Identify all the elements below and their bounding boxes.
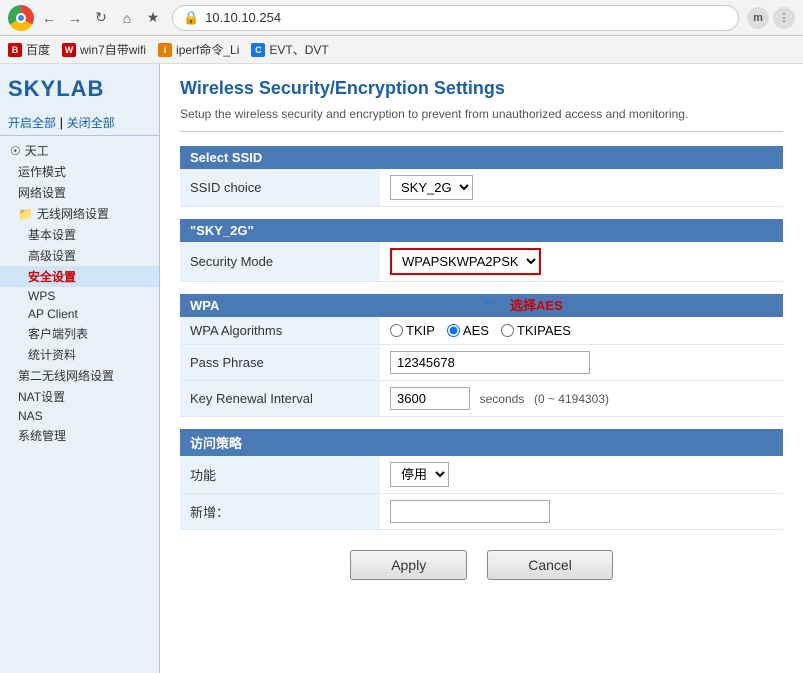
pass-phrase-row: Pass Phrase 12345678 — [180, 345, 783, 381]
sidebar-item-network-settings[interactable]: 网络设置 — [0, 182, 159, 203]
evt-favicon: C — [251, 43, 265, 57]
wpa-table: WPA Algorithms TKIP AES — [180, 317, 783, 417]
forward-button[interactable]: → — [64, 7, 86, 29]
home-button[interactable]: ⌂ — [116, 7, 138, 29]
sidebar-item-client-list[interactable]: 客户端列表 — [0, 323, 159, 344]
address-bar[interactable]: 🔒 10.10.10.254 — [172, 5, 739, 31]
key-renewal-label: Key Renewal Interval — [180, 381, 380, 417]
sidebar-item-wps[interactable]: WPS — [0, 287, 159, 305]
tkipaes-label: TKIPAES — [517, 323, 571, 338]
browser-toolbar: ← → ↻ ⌂ ★ 🔒 10.10.10.254 m ⋮ — [0, 0, 803, 36]
bookmarks-bar: B 百度 W win7自带wifi i iperf命令_Li C EVT、DVT — [0, 36, 803, 64]
key-renewal-input[interactable]: 3600 — [390, 387, 470, 410]
select-ssid-section: Select SSID SSID choice SKY_2G SKY_5G — [180, 146, 783, 207]
sidebar-toggle-links: 开启全部 | 关闭全部 — [0, 110, 159, 136]
tkipaes-radio[interactable] — [501, 324, 514, 337]
ssid-choice-row: SSID choice SKY_2G SKY_5G — [180, 169, 783, 207]
bookmark-evt[interactable]: C EVT、DVT — [251, 41, 328, 58]
add-new-row: 新增： — [180, 494, 783, 530]
sidebar-item-ap-client[interactable]: AP Client — [0, 305, 159, 323]
add-new-label: 新增： — [180, 494, 380, 530]
sidebar-item-wireless-settings[interactable]: 📁 无线网络设置 — [0, 203, 159, 224]
function-row: 功能 停用 允许 拒绝 — [180, 456, 783, 494]
tkipaes-option[interactable]: TKIPAES — [501, 323, 571, 338]
security-mode-select[interactable]: WPAPSKWPA2PSK Disable WEP WPAPSK WPA2PSK — [390, 248, 541, 275]
reload-button[interactable]: ↻ — [90, 7, 112, 29]
ssid-choice-label: SSID choice — [180, 169, 380, 207]
page-description: Setup the wireless security and encrypti… — [180, 107, 783, 132]
logo: SKYLAB — [0, 70, 159, 110]
wpa-algorithms-label: WPA Algorithms — [180, 317, 380, 345]
sidebar-item-nat[interactable]: NAT设置 — [0, 386, 159, 407]
iperf-favicon: i — [158, 43, 172, 57]
page-title: Wireless Security/Encryption Settings — [180, 78, 783, 99]
tkip-radio[interactable] — [390, 324, 403, 337]
lock-icon: 🔒 — [183, 10, 199, 26]
sidebar-item-basic-settings[interactable]: 基本设置 — [0, 224, 159, 245]
annotation-text: 选择AES — [510, 295, 563, 314]
cancel-button[interactable]: Cancel — [487, 550, 613, 580]
sidebar-item-system-management[interactable]: 系统管理 — [0, 425, 159, 446]
tkip-option[interactable]: TKIP — [390, 323, 435, 338]
sidebar-item-stats[interactable]: 统计资料 — [0, 344, 159, 365]
pass-phrase-input[interactable]: 12345678 — [390, 351, 590, 374]
wifi-favicon: W — [62, 43, 76, 57]
sidebar-item-advanced-settings[interactable]: 高级设置 — [0, 245, 159, 266]
tiangong-icon: ☉ — [10, 144, 21, 158]
wpa-section: WPA WPA Algorithms TKIP AES — [180, 294, 783, 417]
menu-icon[interactable]: ⋮ — [773, 7, 795, 29]
sidebar: SKYLAB 开启全部 | 关闭全部 ☉ 天工 运作模式 网络设置 📁 无线网络… — [0, 64, 160, 673]
wpa-algorithms-radio-group: TKIP AES TKIPAES → — [390, 323, 773, 338]
bookmark-iperf[interactable]: i iperf命令_Li — [158, 41, 239, 58]
apply-button[interactable]: Apply — [350, 550, 467, 580]
sidebar-item-tiangong[interactable]: ☉ 天工 — [0, 140, 159, 161]
sky2g-section: "SKY_2G" Security Mode WPAPSKWPA2PSK Dis… — [180, 219, 783, 282]
bookmark-wifi[interactable]: W win7自带wifi — [62, 41, 146, 58]
access-policy-header: 访问策略 — [180, 429, 783, 456]
collapse-all-link[interactable]: 关闭全部 — [67, 116, 115, 130]
nav-buttons: ← → ↻ ⌂ ★ — [8, 5, 164, 31]
sidebar-item-nas[interactable]: NAS — [0, 407, 159, 425]
aes-option[interactable]: AES — [447, 323, 489, 338]
sidebar-item-operation-mode[interactable]: 运作模式 — [0, 161, 159, 182]
function-select[interactable]: 停用 允许 拒绝 — [390, 462, 449, 487]
sidebar-item-second-wireless[interactable]: 第二无线网络设置 — [0, 365, 159, 386]
add-new-input[interactable] — [390, 500, 550, 523]
aes-radio[interactable] — [447, 324, 460, 337]
security-mode-label: Security Mode — [180, 242, 380, 282]
tkip-label: TKIP — [406, 323, 435, 338]
select-ssid-header: Select SSID — [180, 146, 783, 169]
folder-icon: 📁 — [18, 207, 33, 221]
key-renewal-range: (0 ~ 4194303) — [534, 392, 609, 406]
aes-label: AES — [463, 323, 489, 338]
sky2g-table: Security Mode WPAPSKWPA2PSK Disable WEP … — [180, 242, 783, 282]
pass-phrase-label: Pass Phrase — [180, 345, 380, 381]
access-policy-table: 功能 停用 允许 拒绝 新增： — [180, 456, 783, 530]
select-ssid-table: SSID choice SKY_2G SKY_5G — [180, 169, 783, 207]
baidu-favicon: B — [8, 43, 22, 57]
main-content: Wireless Security/Encryption Settings Se… — [160, 64, 803, 673]
access-policy-section: 访问策略 功能 停用 允许 拒绝 新增： — [180, 429, 783, 530]
chrome-icon — [8, 5, 34, 31]
security-mode-row: Security Mode WPAPSKWPA2PSK Disable WEP … — [180, 242, 783, 282]
url-text: 10.10.10.254 — [205, 10, 281, 25]
ssid-choice-select[interactable]: SKY_2G SKY_5G — [390, 175, 473, 200]
bookmark-button[interactable]: ★ — [142, 7, 164, 29]
back-button[interactable]: ← — [38, 7, 60, 29]
function-label: 功能 — [180, 456, 380, 494]
expand-all-link[interactable]: 开启全部 — [8, 116, 56, 130]
key-renewal-row: Key Renewal Interval 3600 seconds (0 ~ 4… — [180, 381, 783, 417]
button-row: Apply Cancel — [180, 550, 783, 580]
wpa-algorithms-row: WPA Algorithms TKIP AES — [180, 317, 783, 345]
key-renewal-unit: seconds — [480, 392, 525, 406]
bookmark-baidu[interactable]: B 百度 — [8, 41, 50, 58]
sidebar-item-security-settings[interactable]: 安全设置 — [0, 266, 159, 287]
profile-icon[interactable]: m — [747, 7, 769, 29]
page-wrapper: SKYLAB 开启全部 | 关闭全部 ☉ 天工 运作模式 网络设置 📁 无线网络… — [0, 64, 803, 673]
sky2g-header: "SKY_2G" — [180, 219, 783, 242]
logo-text: SKYLAB — [8, 76, 151, 102]
